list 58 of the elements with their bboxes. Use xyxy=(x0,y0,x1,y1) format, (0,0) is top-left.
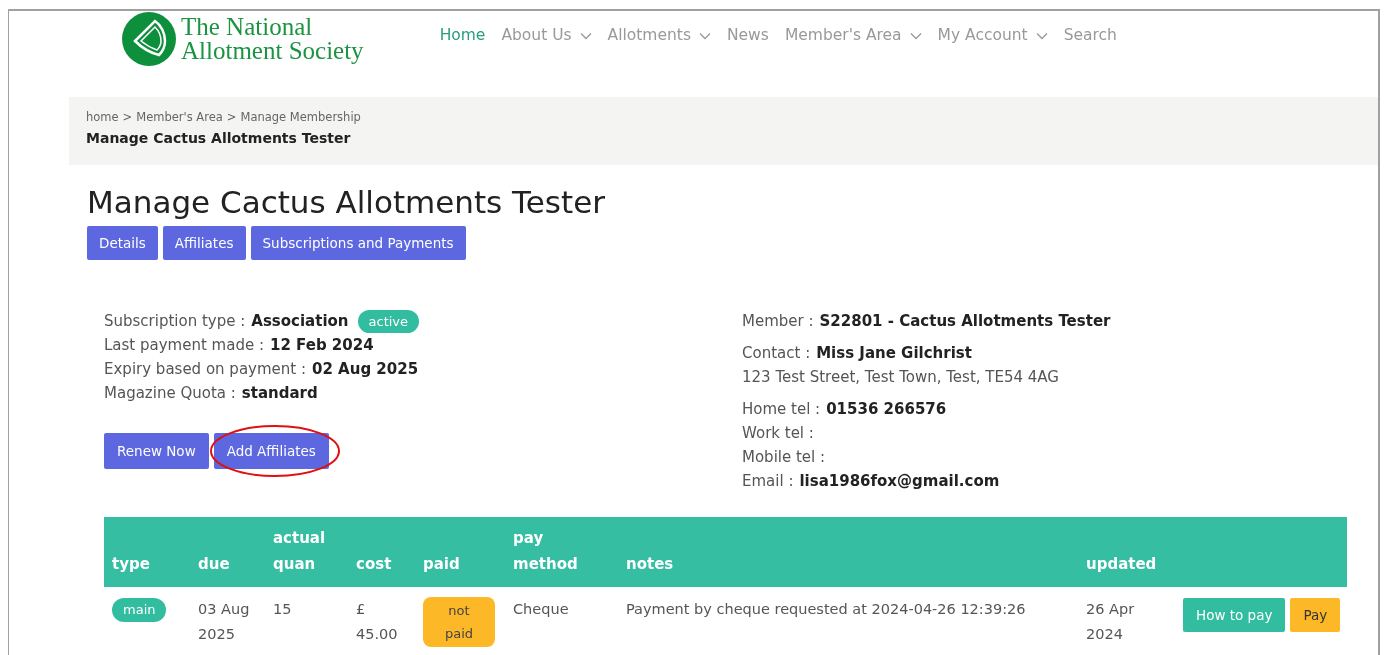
info-value: lisa1986fox@gmail.com xyxy=(799,470,1000,492)
logo-icon xyxy=(121,11,177,67)
breadcrumb-current: Manage Cactus Allotments Tester xyxy=(86,129,352,149)
table-cell-text: 26 Apr 2024 xyxy=(1086,600,1136,644)
info-value: Miss Jane Gilchrist xyxy=(816,342,972,364)
nav-link[interactable]: Allotments xyxy=(607,24,711,48)
column-header: paid xyxy=(423,554,461,575)
breadcrumb-separator: > xyxy=(226,109,237,126)
page-heading: Manage Cactus Allotments Tester xyxy=(87,183,606,222)
status-badge: active xyxy=(357,309,420,333)
logo-text[interactable]: The National Allotment Society xyxy=(181,15,364,63)
info-label: Mobile tel : xyxy=(742,446,826,468)
breadcrumb-link[interactable]: Member's Area xyxy=(136,109,223,127)
nav-link[interactable]: Search xyxy=(1063,24,1117,48)
table-cell-text: Cheque xyxy=(513,600,570,619)
info-value: 12 Feb 2024 xyxy=(270,334,374,356)
info-label: Last payment made : xyxy=(104,334,264,356)
info-value: Association xyxy=(251,310,349,332)
info-value: S22801 - Cactus Allotments Tester xyxy=(819,310,1111,332)
action-button[interactable]: Renew Now xyxy=(104,433,209,469)
info-value: 02 Aug 2025 xyxy=(312,358,419,380)
table-cell-text: 03 Aug 2025 xyxy=(198,600,251,644)
column-header: cost xyxy=(356,554,393,575)
tab-button[interactable]: Affiliates xyxy=(162,226,246,260)
nav-link[interactable]: About Us xyxy=(501,24,592,48)
nav-link[interactable]: Home xyxy=(439,24,486,48)
table-cell-text: 15 xyxy=(273,600,293,619)
info-label: Member : xyxy=(742,310,814,332)
info-value: standard xyxy=(241,382,318,404)
breadcrumb-separator: > xyxy=(122,109,133,126)
address-text: 123 Test Street, Test Town, Test, TE54 4AG xyxy=(742,366,1060,388)
nav-link[interactable]: News xyxy=(727,24,769,48)
column-header: actual quan xyxy=(273,528,327,575)
table-cell-text: £ 45.00 xyxy=(356,600,399,644)
type-badge: main xyxy=(112,598,167,622)
column-header: pay method xyxy=(513,528,579,575)
breadcrumb-link[interactable]: home xyxy=(86,109,119,127)
info-label: Email : xyxy=(742,470,794,492)
action-button[interactable]: Add Affiliates xyxy=(213,433,329,469)
info-label: Home tel : xyxy=(742,398,821,420)
info-label: Contact : xyxy=(742,342,811,364)
table-cell-text: Payment by cheque requested at 2024-04-26 12:39:26 xyxy=(626,600,1027,619)
column-header: notes xyxy=(626,554,675,575)
nav-link[interactable]: Member's Area xyxy=(784,24,922,48)
info-label: Work tel : xyxy=(742,422,814,444)
pay-button[interactable]: Pay xyxy=(1290,598,1341,632)
tab-button[interactable]: Subscriptions and Payments xyxy=(250,226,466,260)
info-label: Subscription type : xyxy=(104,310,246,332)
column-header: updated xyxy=(1086,554,1158,575)
breadcrumb-link[interactable]: Manage Membership xyxy=(240,109,361,127)
nav-link[interactable]: My Account xyxy=(937,24,1048,48)
column-header: type xyxy=(112,554,151,575)
column-header: due xyxy=(198,554,231,575)
payment-status-badge: not paid xyxy=(423,597,495,647)
tab-button[interactable]: Details xyxy=(87,226,158,260)
info-value: 01536 266576 xyxy=(826,398,947,420)
info-label: Magazine Quota : xyxy=(104,382,236,404)
info-label: Expiry based on payment : xyxy=(104,358,306,380)
